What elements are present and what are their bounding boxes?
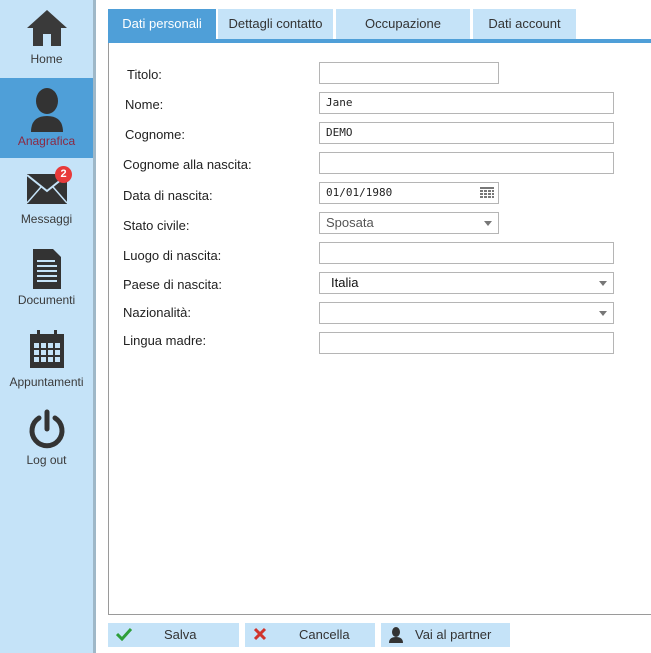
sidebar-item-logout[interactable]: Log out xyxy=(0,405,93,470)
go-to-partner-button[interactable]: Vai al partner xyxy=(381,623,510,647)
nazionalita-select[interactable] xyxy=(319,302,614,324)
paese-nascita-value: Italia xyxy=(331,275,359,290)
stato-civile-select[interactable]: Sposata xyxy=(319,212,499,234)
sidebar-item-appuntamenti[interactable]: Appuntamenti xyxy=(0,325,93,395)
sidebar-divider xyxy=(93,0,96,653)
cognome-nascita-field[interactable] xyxy=(319,152,614,174)
cognome-field[interactable]: DEMO xyxy=(319,122,614,144)
stato-civile-label: Stato civile: xyxy=(123,218,190,233)
home-icon xyxy=(26,10,67,46)
save-button[interactable]: Salva xyxy=(108,623,239,647)
calendar-icon xyxy=(29,330,64,368)
nome-field[interactable]: Jane xyxy=(319,92,614,114)
tab-dettagli-contatto[interactable]: Dettagli contatto xyxy=(218,9,333,39)
checkmark-icon xyxy=(116,627,132,641)
go-to-partner-button-label: Vai al partner xyxy=(415,627,492,642)
power-icon xyxy=(29,409,64,449)
tab-dati-account[interactable]: Dati account xyxy=(473,9,576,39)
titolo-label: Titolo: xyxy=(127,67,162,82)
calendar-picker-icon[interactable] xyxy=(479,186,495,200)
tab-dati-personali[interactable]: Dati personali xyxy=(108,9,216,39)
chevron-down-icon xyxy=(484,221,492,226)
person-icon xyxy=(389,627,403,643)
data-nascita-value: 01/01/1980 xyxy=(326,186,393,199)
sidebar-item-label: Messaggi xyxy=(20,212,73,226)
sidebar-item-messaggi[interactable]: Messaggi xyxy=(0,166,93,236)
sidebar-item-home[interactable]: Home xyxy=(0,0,93,78)
chevron-down-icon xyxy=(599,311,607,316)
person-icon xyxy=(30,88,63,132)
sidebar-item-label: Documenti xyxy=(17,293,76,307)
paese-nascita-select[interactable]: Italia xyxy=(319,272,614,294)
luogo-nascita-label: Luogo di nascita: xyxy=(123,248,222,263)
save-button-label: Salva xyxy=(164,627,197,642)
cancel-button-label: Cancella xyxy=(299,627,350,642)
lingua-madre-label: Lingua madre: xyxy=(123,333,207,348)
nome-label: Nome: xyxy=(125,97,164,112)
stato-civile-value: Sposata xyxy=(326,215,374,230)
sidebar-item-label: Appuntamenti xyxy=(9,375,84,389)
sidebar-item-anagrafica[interactable]: Anagrafica xyxy=(0,78,93,158)
titolo-field[interactable] xyxy=(319,62,499,84)
chevron-down-icon xyxy=(599,281,607,286)
sidebar-item-documenti[interactable]: Documenti xyxy=(0,245,93,315)
unread-count-badge: 2 xyxy=(55,166,72,183)
data-nascita-field[interactable]: 01/01/1980 xyxy=(319,182,499,204)
data-nascita-label: Data di nascita: xyxy=(123,188,213,203)
paese-nascita-label: Paese di nascita: xyxy=(123,277,223,292)
cognome-nascita-label: Cognome alla nascita: xyxy=(123,157,252,172)
cognome-label: Cognome: xyxy=(125,127,185,142)
luogo-nascita-field[interactable] xyxy=(319,242,614,264)
lingua-madre-field[interactable] xyxy=(319,332,614,354)
tab-occupazione[interactable]: Occupazione xyxy=(336,9,470,39)
sidebar-item-label: Home xyxy=(30,52,63,66)
sidebar-item-label: Log out xyxy=(26,453,67,467)
cancel-button[interactable]: Cancella xyxy=(245,623,375,647)
sidebar-item-label: Anagrafica xyxy=(17,134,76,148)
close-icon xyxy=(253,627,267,641)
nazionalita-label: Nazionalità: xyxy=(123,305,191,320)
document-icon xyxy=(32,249,61,289)
